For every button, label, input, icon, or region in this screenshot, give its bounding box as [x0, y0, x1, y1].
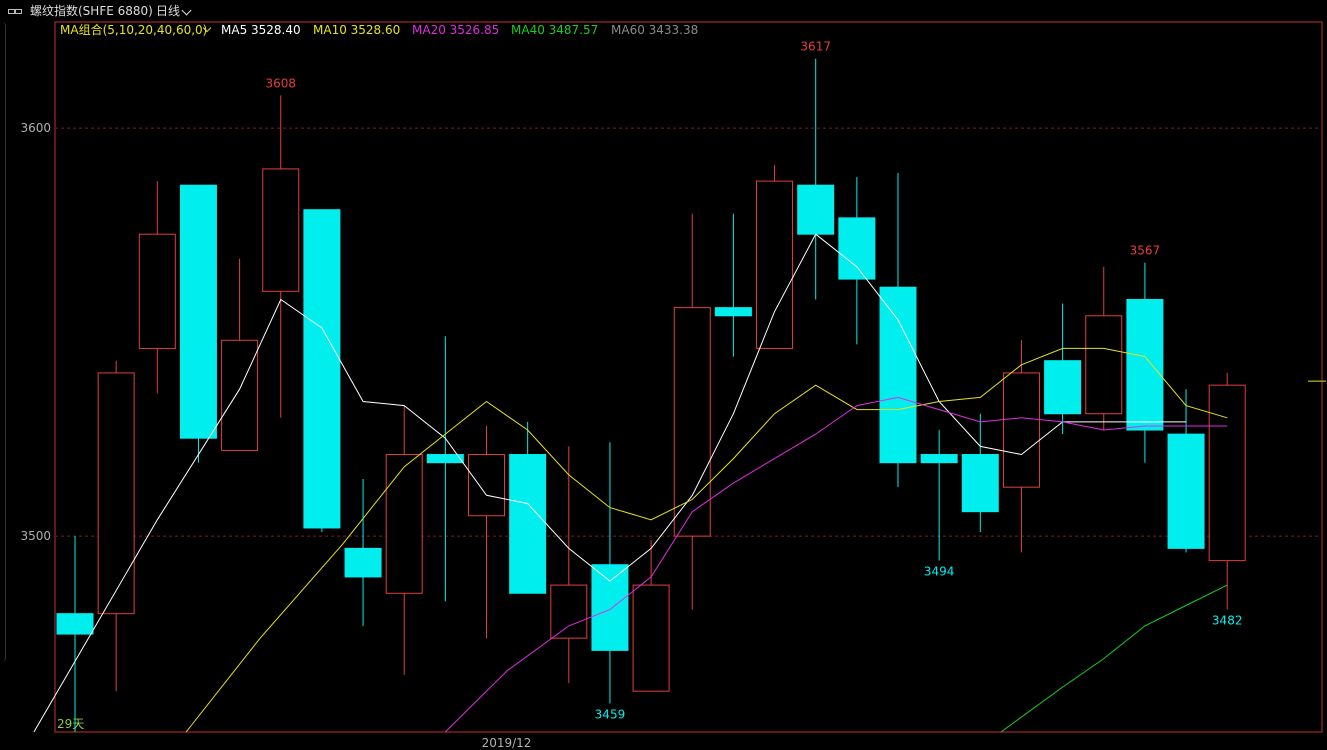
candlestick-chart[interactable]: 3500 3600 2019/12 3608 3617 3567 3459 3494 3482 2…	[0, 0, 1327, 750]
ma40-legend: MA40 3487.57	[511, 23, 599, 37]
candle	[1002, 340, 1040, 553]
candle-body-up	[1208, 384, 1246, 562]
candle-body-up	[138, 233, 176, 349]
candle	[1167, 389, 1205, 553]
low-price-label: 3459	[595, 707, 626, 721]
candle-body-down	[179, 184, 217, 439]
candle-body-up	[468, 454, 505, 517]
candle	[509, 421, 547, 594]
days-count-label: 29天	[57, 717, 84, 731]
candle	[56, 536, 94, 732]
candle	[550, 446, 588, 684]
candle	[1126, 262, 1164, 463]
high-price-label: 3608	[265, 76, 296, 90]
candle	[426, 336, 464, 602]
candle-body-up	[550, 584, 588, 639]
candle	[879, 172, 917, 488]
y-tick-label: 3600	[20, 121, 51, 135]
candle	[591, 442, 629, 704]
ma-line-ma40	[1000, 584, 1228, 733]
candle	[221, 258, 259, 451]
candle-body-down	[56, 613, 94, 635]
high-price-label: 3617	[800, 40, 831, 54]
candle-body-up	[97, 372, 135, 615]
y-tick-label: 3500	[20, 529, 51, 543]
candle-body-up	[262, 168, 300, 292]
candle	[1044, 303, 1082, 435]
candle-body-up	[221, 339, 259, 451]
high-price-label: 3567	[1130, 244, 1161, 258]
candle-body-down	[879, 286, 917, 464]
candle-body-up	[385, 454, 423, 594]
candle-body-down	[1044, 360, 1082, 415]
candle-body-up	[1085, 315, 1123, 415]
candle	[632, 540, 670, 692]
candle-body-up	[673, 307, 711, 537]
ma20-legend: MA20 3526.85	[412, 23, 500, 37]
candle-body-down	[920, 454, 958, 464]
ma10-legend: MA10 3528.60	[313, 23, 401, 37]
candle	[797, 58, 835, 300]
candle	[385, 405, 423, 675]
candle	[262, 95, 300, 418]
candle-body-down	[509, 454, 547, 594]
candle-body-down	[303, 209, 341, 529]
candle	[138, 181, 176, 394]
candle-body-down	[344, 547, 382, 578]
candle	[920, 430, 958, 561]
candle	[303, 209, 341, 533]
ma5-legend: MA5 3528.40	[221, 23, 301, 37]
candle	[673, 213, 711, 610]
x-tick-label: 2019/12	[482, 736, 532, 750]
candle	[97, 360, 135, 692]
candle-body-down	[1126, 298, 1164, 431]
candle	[838, 177, 876, 345]
ma60-legend: MA60 3433.38	[611, 23, 699, 37]
candle	[179, 184, 217, 463]
candle-body-down	[961, 454, 999, 513]
candle	[468, 425, 505, 639]
candle-body-down	[838, 217, 876, 280]
candle-body-down	[714, 307, 752, 317]
ma-line-ma20	[444, 396, 1228, 733]
candle	[756, 164, 794, 349]
candle-body-up	[756, 180, 794, 349]
candle-body-down	[591, 564, 629, 651]
candle	[961, 413, 999, 533]
candle-body-up	[632, 584, 670, 692]
candle-body-up	[1002, 372, 1040, 488]
candle	[714, 213, 752, 357]
candle-body-down	[1167, 433, 1205, 549]
candle-body-down	[797, 184, 835, 235]
candle	[1208, 372, 1246, 610]
ma-group-selector[interactable]: MA组合(5,10,20,40,60,0)	[60, 22, 207, 38]
low-price-label: 3494	[924, 565, 955, 579]
candle	[344, 479, 382, 626]
low-price-label: 3482	[1212, 614, 1243, 628]
